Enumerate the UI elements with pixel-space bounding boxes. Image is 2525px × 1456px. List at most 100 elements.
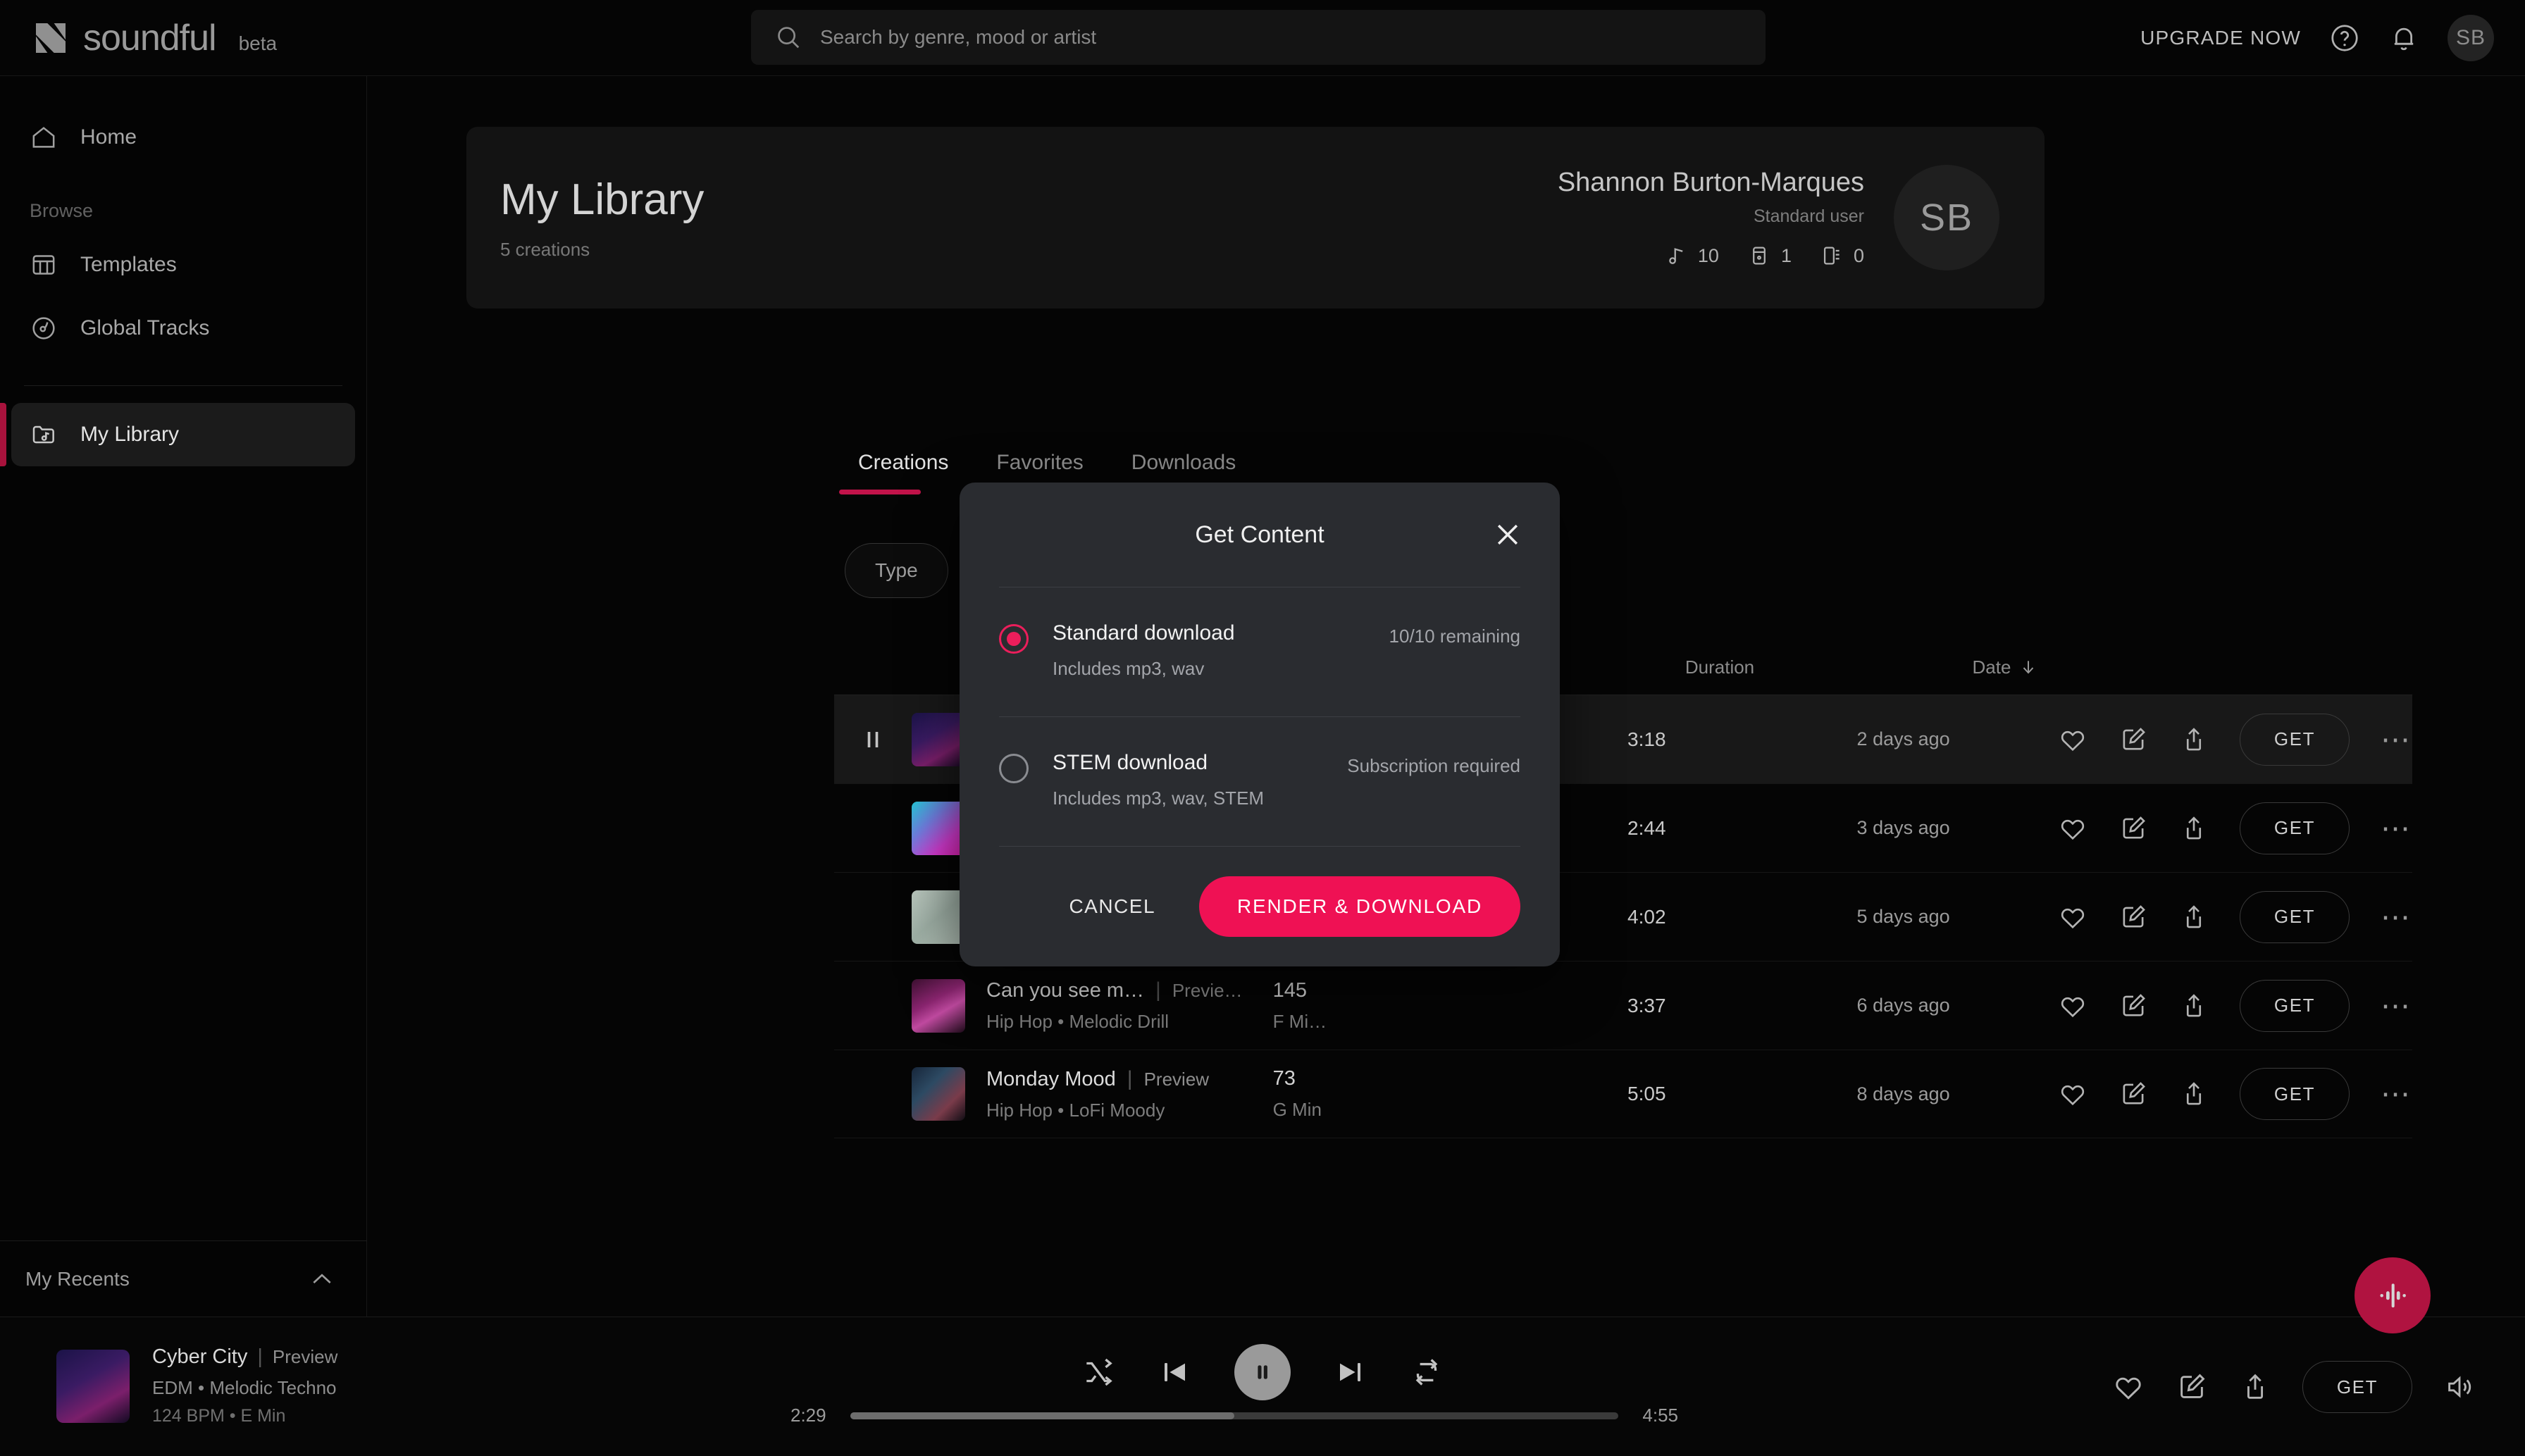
player-get-button[interactable]: GET — [2302, 1361, 2412, 1413]
track-thumbnail — [912, 978, 965, 1033]
track-duration: 2:44 — [1627, 816, 1666, 839]
user-avatar-large[interactable]: SB — [1894, 165, 1999, 270]
track-name-line: Monday Mood | Preview — [986, 1067, 1273, 1091]
edit-pencil-icon[interactable] — [2118, 1079, 2148, 1109]
row-pause-button[interactable] — [834, 724, 912, 755]
get-button[interactable]: GET — [2240, 979, 2350, 1032]
previous-track-icon[interactable] — [1158, 1355, 1192, 1389]
track-thumbnail — [912, 712, 965, 766]
player-track-info: Cyber City | Preview EDM • Melodic Techn… — [56, 1345, 337, 1426]
track-info: Monday Mood | Preview Hip Hop • LoFi Moo… — [986, 1067, 1273, 1121]
table-row[interactable]: Can you see m… | Previe… Hip Hop • Melod… — [834, 961, 2412, 1050]
sidebar-item-label-global-tracks: Global Tracks — [80, 316, 210, 340]
track-thumbnail — [912, 801, 965, 855]
sidebar-item-templates[interactable]: Templates — [11, 233, 355, 297]
filter-chip-type[interactable]: Type — [845, 543, 948, 598]
favorite-heart-icon[interactable] — [2058, 991, 2087, 1021]
render-and-download-button[interactable]: RENDER & DOWNLOAD — [1199, 876, 1520, 937]
user-role: Standard user — [1753, 206, 1864, 226]
shuffle-icon[interactable] — [1081, 1355, 1116, 1390]
column-header-date[interactable]: Date — [1854, 657, 2157, 678]
library-folder-music-icon — [32, 425, 54, 444]
player-current-time: 2:29 — [790, 1405, 826, 1426]
player-progress-fill — [850, 1412, 1234, 1419]
share-upload-icon[interactable] — [2239, 1371, 2271, 1403]
modal-title: Get Content — [1195, 521, 1324, 548]
favorite-heart-icon[interactable] — [2112, 1371, 2145, 1403]
player-progress-bar[interactable] — [850, 1412, 1619, 1419]
player-right-actions: GET — [2112, 1361, 2476, 1413]
user-info: Shannon Burton-Marques Standard user 10 — [1558, 168, 1864, 268]
row-more-options-icon[interactable]: ⋯ — [2381, 902, 2412, 931]
share-upload-icon[interactable] — [2179, 814, 2209, 843]
favorite-heart-icon[interactable] — [2058, 725, 2087, 754]
radio-stem-download[interactable] — [999, 754, 1029, 783]
modal-footer: CANCEL RENDER & DOWNLOAD — [960, 847, 1560, 937]
template-stack-icon — [1753, 247, 1766, 265]
row-more-options-icon[interactable]: ⋯ — [2381, 724, 2412, 754]
track-bpm: 73 — [1272, 1067, 1296, 1090]
track-duration: 3:18 — [1627, 728, 1666, 750]
option-standard-label: Standard download — [1053, 621, 1235, 645]
cancel-button[interactable]: CANCEL — [1050, 884, 1174, 929]
brand-logo[interactable]: soundful beta — [31, 17, 277, 59]
sidebar-item-my-library[interactable]: My Library — [0, 403, 355, 466]
get-button[interactable]: GET — [2240, 713, 2350, 766]
share-upload-icon[interactable] — [2179, 902, 2209, 932]
option-standard-remaining: 10/10 remaining — [1389, 626, 1520, 647]
row-more-options-icon[interactable]: ⋯ — [2381, 990, 2412, 1020]
brand-name: soundful — [83, 17, 217, 58]
player-track-meta: EDM • Melodic Techno — [152, 1377, 337, 1398]
favorite-heart-icon[interactable] — [2058, 814, 2087, 843]
share-upload-icon[interactable] — [2179, 991, 2209, 1021]
my-recents-toggle[interactable]: My Recents — [0, 1240, 367, 1317]
favorite-heart-icon[interactable] — [2058, 1079, 2087, 1109]
edit-pencil-icon[interactable] — [2118, 991, 2148, 1021]
row-more-options-icon[interactable]: ⋯ — [2381, 1079, 2412, 1109]
repeat-icon[interactable] — [1409, 1355, 1444, 1390]
notifications-bell-icon[interactable] — [2388, 23, 2419, 54]
download-option-standard[interactable]: Standard download Includes mp3, wav 10/1… — [999, 587, 1520, 716]
edit-pencil-icon[interactable] — [2118, 902, 2148, 932]
play-pause-button[interactable] — [1234, 1344, 1291, 1400]
stat-templates: 1 — [1747, 244, 1792, 268]
create-track-fab[interactable] — [2355, 1257, 2431, 1333]
radio-standard-download[interactable] — [999, 624, 1029, 654]
volume-icon[interactable] — [2443, 1371, 2476, 1403]
track-key: G Min — [1272, 1099, 1322, 1120]
get-button[interactable]: GET — [2240, 890, 2350, 943]
help-icon[interactable] — [2329, 23, 2360, 54]
chevron-up-icon — [313, 1273, 331, 1283]
edit-pencil-icon[interactable] — [2176, 1371, 2208, 1403]
next-track-icon[interactable] — [1333, 1355, 1367, 1389]
track-preview-label: Previe… — [1172, 980, 1243, 1001]
table-row[interactable]: Monday Mood | Preview Hip Hop • LoFi Moo… — [834, 1050, 2412, 1138]
pause-icon — [867, 731, 879, 747]
favorite-heart-icon[interactable] — [2058, 902, 2087, 932]
sidebar-item-global-tracks[interactable]: Global Tracks — [11, 297, 355, 360]
get-button[interactable]: GET — [2240, 802, 2350, 854]
get-button[interactable]: GET — [2240, 1068, 2350, 1120]
row-more-options-icon[interactable]: ⋯ — [2381, 813, 2412, 842]
search-bar[interactable]: Search by genre, mood or artist — [751, 10, 1766, 65]
download-option-stem[interactable]: STEM download Includes mp3, wav, STEM Su… — [999, 717, 1520, 846]
tab-creations[interactable]: Creations — [834, 451, 972, 494]
row-actions: GET ⋯ — [2058, 1068, 2412, 1120]
share-upload-icon[interactable] — [2179, 725, 2209, 754]
column-header-duration[interactable]: Duration — [1586, 657, 1854, 678]
edit-pencil-icon[interactable] — [2118, 814, 2148, 843]
my-recents-label: My Recents — [25, 1267, 130, 1290]
waveform-icon — [2380, 1283, 2406, 1308]
sort-desc-arrow-icon — [2023, 661, 2034, 674]
edit-pencil-icon[interactable] — [2118, 725, 2148, 754]
close-icon[interactable] — [1492, 519, 1523, 550]
user-avatar-top[interactable]: SB — [2448, 15, 2494, 61]
sidebar-item-label-my-library: My Library — [80, 423, 180, 446]
player-name-separator: | — [257, 1345, 263, 1368]
creations-count: 5 creations — [500, 239, 590, 260]
disc-icon — [32, 317, 55, 340]
upgrade-now-button[interactable]: UPGRADE NOW — [2140, 27, 2301, 49]
share-upload-icon[interactable] — [2179, 1079, 2209, 1109]
sidebar-item-home[interactable]: Home — [11, 106, 355, 169]
search-input[interactable]: Search by genre, mood or artist — [820, 26, 1096, 49]
